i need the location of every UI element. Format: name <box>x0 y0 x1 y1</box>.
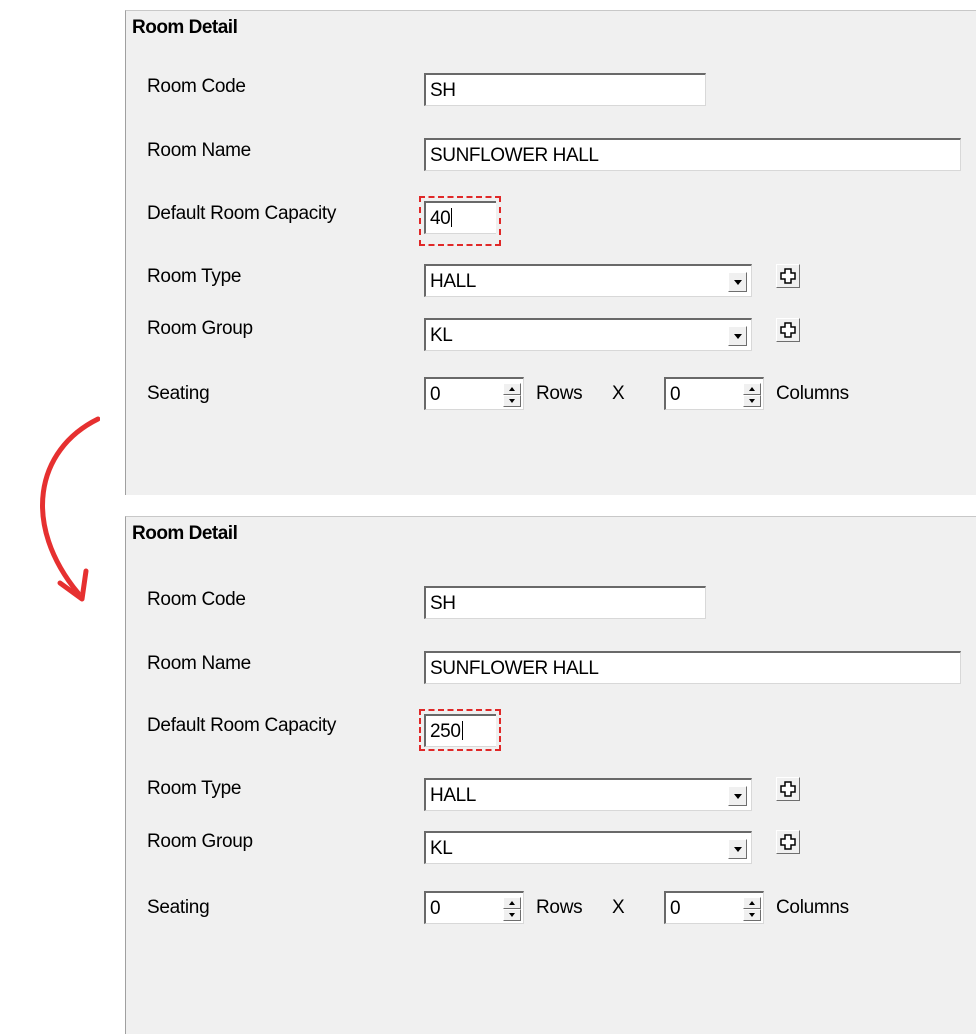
panel-title: Room Detail <box>132 17 238 38</box>
columns-label: Columns <box>776 383 849 404</box>
plus-icon <box>780 781 796 797</box>
capacity-label: Default Room Capacity <box>147 715 337 736</box>
add-room-type-button[interactable] <box>776 777 800 801</box>
spinner-buttons[interactable] <box>743 897 761 921</box>
spinner-buttons[interactable] <box>503 383 521 407</box>
spin-up-icon[interactable] <box>503 383 521 395</box>
spin-down-icon[interactable] <box>503 395 521 407</box>
columns-label: Columns <box>776 897 849 918</box>
spinner-buttons[interactable] <box>503 897 521 921</box>
add-room-type-button[interactable] <box>776 264 800 288</box>
spin-up-icon[interactable] <box>743 897 761 909</box>
room-name-input[interactable]: SUNFLOWER HALL <box>424 651 961 684</box>
room-group-select[interactable]: KL <box>424 318 752 351</box>
x-label: X <box>612 383 625 404</box>
room-name-input[interactable]: SUNFLOWER HALL <box>424 138 961 171</box>
room-type-select[interactable]: HALL <box>424 778 752 811</box>
plus-icon <box>780 268 796 284</box>
spin-up-icon[interactable] <box>503 897 521 909</box>
plus-icon <box>780 322 796 338</box>
spin-down-icon[interactable] <box>503 909 521 921</box>
room-group-label: Room Group <box>147 318 253 339</box>
x-label: X <box>612 897 625 918</box>
room-name-label: Room Name <box>147 653 251 674</box>
add-room-group-button[interactable] <box>776 830 800 854</box>
capacity-label: Default Room Capacity <box>147 203 337 224</box>
chevron-down-icon[interactable] <box>728 839 747 859</box>
room-type-select[interactable]: HALL <box>424 264 752 297</box>
capacity-highlight <box>419 709 501 751</box>
spinner-buttons[interactable] <box>743 383 761 407</box>
capacity-highlight <box>419 196 501 246</box>
rows-spinner[interactable]: 0 <box>424 377 524 410</box>
panel-title: Room Detail <box>132 523 238 544</box>
rows-label: Rows <box>536 383 583 404</box>
room-code-input[interactable]: SH <box>424 586 706 619</box>
room-group-label: Room Group <box>147 831 253 852</box>
spin-down-icon[interactable] <box>743 909 761 921</box>
spin-down-icon[interactable] <box>743 395 761 407</box>
rows-label: Rows <box>536 897 583 918</box>
add-room-group-button[interactable] <box>776 318 800 342</box>
columns-spinner[interactable]: 0 <box>664 891 764 924</box>
seating-label: Seating <box>147 383 210 404</box>
room-detail-panel-after: Room Detail Room Code SH Room Name SUNFL… <box>125 516 976 1034</box>
curved-arrow-down-icon <box>40 416 100 602</box>
rows-spinner[interactable]: 0 <box>424 891 524 924</box>
room-code-input[interactable]: SH <box>424 73 706 106</box>
room-code-label: Room Code <box>147 589 246 610</box>
chevron-down-icon[interactable] <box>728 786 747 806</box>
seating-label: Seating <box>147 897 210 918</box>
room-type-label: Room Type <box>147 266 242 287</box>
chevron-down-icon[interactable] <box>728 272 747 292</box>
room-code-label: Room Code <box>147 76 246 97</box>
room-group-select[interactable]: KL <box>424 831 752 864</box>
spin-up-icon[interactable] <box>743 383 761 395</box>
chevron-down-icon[interactable] <box>728 326 747 346</box>
room-name-label: Room Name <box>147 140 251 161</box>
plus-icon <box>780 834 796 850</box>
columns-spinner[interactable]: 0 <box>664 377 764 410</box>
room-detail-panel-before: Room Detail Room Code SH Room Name SUNFL… <box>125 10 976 495</box>
room-type-label: Room Type <box>147 778 242 799</box>
